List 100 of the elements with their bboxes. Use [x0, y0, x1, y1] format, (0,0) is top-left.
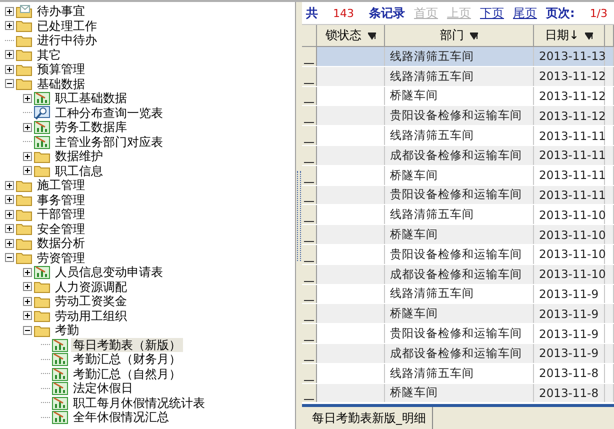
expand-icon[interactable]	[23, 282, 32, 292]
tree-item[interactable]: 全年休假情况汇总	[71, 410, 171, 424]
tree-item[interactable]: 劳务工数据库	[53, 120, 129, 134]
row-header[interactable]	[302, 186, 317, 204]
folder-icon	[34, 294, 50, 308]
table-cell: 2013-11-10	[534, 264, 605, 284]
table-cell: 成都设备检修和运输车间	[385, 344, 534, 363]
column-header[interactable]: 锁状态	[317, 25, 385, 46]
expand-icon[interactable]	[5, 6, 14, 16]
tree-item[interactable]: 已处理工作	[35, 18, 99, 33]
expand-icon[interactable]	[23, 152, 32, 161]
tree-item[interactable]: 考勤汇总（自然月）	[71, 366, 183, 381]
table-cell: 2013-11-10	[534, 225, 605, 244]
tree-item[interactable]: 职工基础数据	[53, 91, 129, 106]
row-header[interactable]	[302, 66, 317, 86]
expand-icon[interactable]	[5, 180, 14, 190]
row-header[interactable]	[302, 205, 317, 224]
row-header[interactable]	[302, 384, 317, 402]
folder-icon	[16, 77, 32, 90]
row-header[interactable]	[302, 47, 317, 66]
expand-icon[interactable]	[5, 64, 14, 74]
tree-item[interactable]: 每日考勤表（新版）	[71, 338, 183, 352]
tree-item[interactable]: 待办事宜	[35, 4, 87, 18]
tree-item[interactable]: 预算管理	[35, 62, 87, 76]
row-header[interactable]	[302, 264, 317, 284]
tree-item[interactable]: 劳资管理	[35, 250, 87, 265]
tree-item[interactable]: 数据分析	[35, 236, 87, 250]
table-row[interactable]: 桥隧车间 2013-11-8	[302, 384, 614, 404]
table-row[interactable]: 桥隧车间 2013-11-9	[302, 304, 614, 324]
tree-item[interactable]: 人力资源调配	[53, 280, 129, 294]
dropdown-icon[interactable]	[368, 32, 376, 40]
pager-link[interactable]: 尾页	[513, 4, 537, 22]
table-row[interactable]: 贵阳设备检修和运输车间 2013-11-12	[302, 106, 614, 126]
expand-icon[interactable]	[23, 268, 32, 277]
table-cell: 成都设备检修和运输车间	[385, 264, 534, 284]
tree-item[interactable]: 人员信息变动申请表	[53, 265, 165, 280]
expand-icon[interactable]	[23, 311, 32, 320]
collapse-icon[interactable]	[23, 326, 32, 335]
table-row[interactable]: 成都设备检修和运输车间 2013-11-9	[302, 344, 614, 364]
tree-item[interactable]: 工种分布查询一览表	[53, 106, 165, 120]
expand-icon[interactable]	[23, 296, 32, 306]
table-row[interactable]: 线路清筛五车间 2013-11-13	[302, 47, 614, 67]
row-header[interactable]	[302, 225, 317, 244]
tree-item[interactable]: 安全管理	[35, 222, 87, 236]
tree-item[interactable]: 考勤	[53, 323, 81, 338]
splitter-grip-icon[interactable]	[297, 170, 301, 260]
column-header[interactable]: 日期↓	[534, 25, 605, 46]
row-header[interactable]	[302, 324, 317, 343]
expand-icon[interactable]	[5, 50, 14, 60]
chart-sheet-icon	[34, 91, 50, 106]
dropdown-icon[interactable]	[470, 32, 478, 40]
row-header[interactable]	[302, 364, 317, 383]
table-cell: 2013-11-9	[534, 344, 605, 363]
table-cell: 2013-11-9	[534, 284, 605, 304]
expand-icon[interactable]	[23, 94, 32, 103]
expand-icon[interactable]	[5, 210, 14, 219]
table-cell: 2013-11-8	[534, 384, 605, 402]
tree-item[interactable]: 劳动用工组织	[53, 308, 129, 323]
column-header[interactable]: 部门	[385, 25, 534, 46]
expand-icon[interactable]	[5, 195, 14, 204]
row-header[interactable]	[302, 284, 317, 304]
tree-item[interactable]: 主管业务部门对应表	[53, 134, 165, 149]
row-header[interactable]	[302, 344, 317, 363]
row-header[interactable]	[302, 304, 317, 324]
table-row[interactable]: 贵阳设备检修和运输车间 2013-11-11	[302, 186, 614, 206]
tree-item[interactable]: 数据维护	[53, 149, 105, 164]
table-cell: 2013-11-11	[534, 146, 605, 165]
tree-item[interactable]: 职工信息	[53, 164, 105, 178]
folder-icon	[34, 280, 50, 294]
expand-icon[interactable]	[5, 238, 14, 248]
tree-item[interactable]: 其它	[35, 48, 63, 62]
row-header[interactable]	[302, 106, 317, 126]
row-header[interactable]	[302, 244, 317, 264]
tree-item[interactable]: 考勤汇总（财务月）	[71, 352, 183, 366]
row-header[interactable]	[302, 86, 317, 106]
tree-item[interactable]: 进行中待办	[35, 33, 99, 48]
row-header[interactable]	[302, 166, 317, 185]
pager-link[interactable]: 下页	[480, 4, 504, 22]
expand-icon[interactable]	[5, 21, 14, 30]
tree-item[interactable]: 基础数据	[35, 76, 87, 91]
dropdown-icon[interactable]	[585, 32, 594, 40]
table-row[interactable]: 线路清筛五车间 2013-11-12	[302, 66, 614, 87]
tree-item[interactable]: 干部管理	[35, 207, 87, 222]
table-cell: 2013-11-11	[534, 126, 605, 145]
row-header[interactable]	[302, 146, 317, 165]
collapse-icon[interactable]	[5, 253, 14, 262]
expand-icon[interactable]	[23, 166, 32, 176]
expand-icon[interactable]	[23, 122, 32, 132]
collapse-icon[interactable]	[5, 79, 14, 88]
row-header[interactable]	[302, 126, 317, 145]
tree-item[interactable]: 法定休假日	[71, 381, 135, 396]
table-row[interactable]: 桥隧车间 2013-11-10	[302, 225, 614, 245]
table-cell: 2013-11-10	[534, 205, 605, 224]
tree-item[interactable]: 职工每月休假情况统计表	[71, 396, 207, 410]
tree-item[interactable]: 事务管理	[35, 192, 87, 207]
table-row[interactable]: 成都设备检修和运输车间 2013-11-11	[302, 146, 614, 166]
tree-item[interactable]: 施工管理	[35, 178, 87, 192]
expand-icon[interactable]	[5, 224, 14, 234]
table-row[interactable]: 成都设备检修和运输车间 2013-11-10	[302, 264, 614, 285]
tree-item[interactable]: 劳动工资奖金	[53, 294, 129, 308]
